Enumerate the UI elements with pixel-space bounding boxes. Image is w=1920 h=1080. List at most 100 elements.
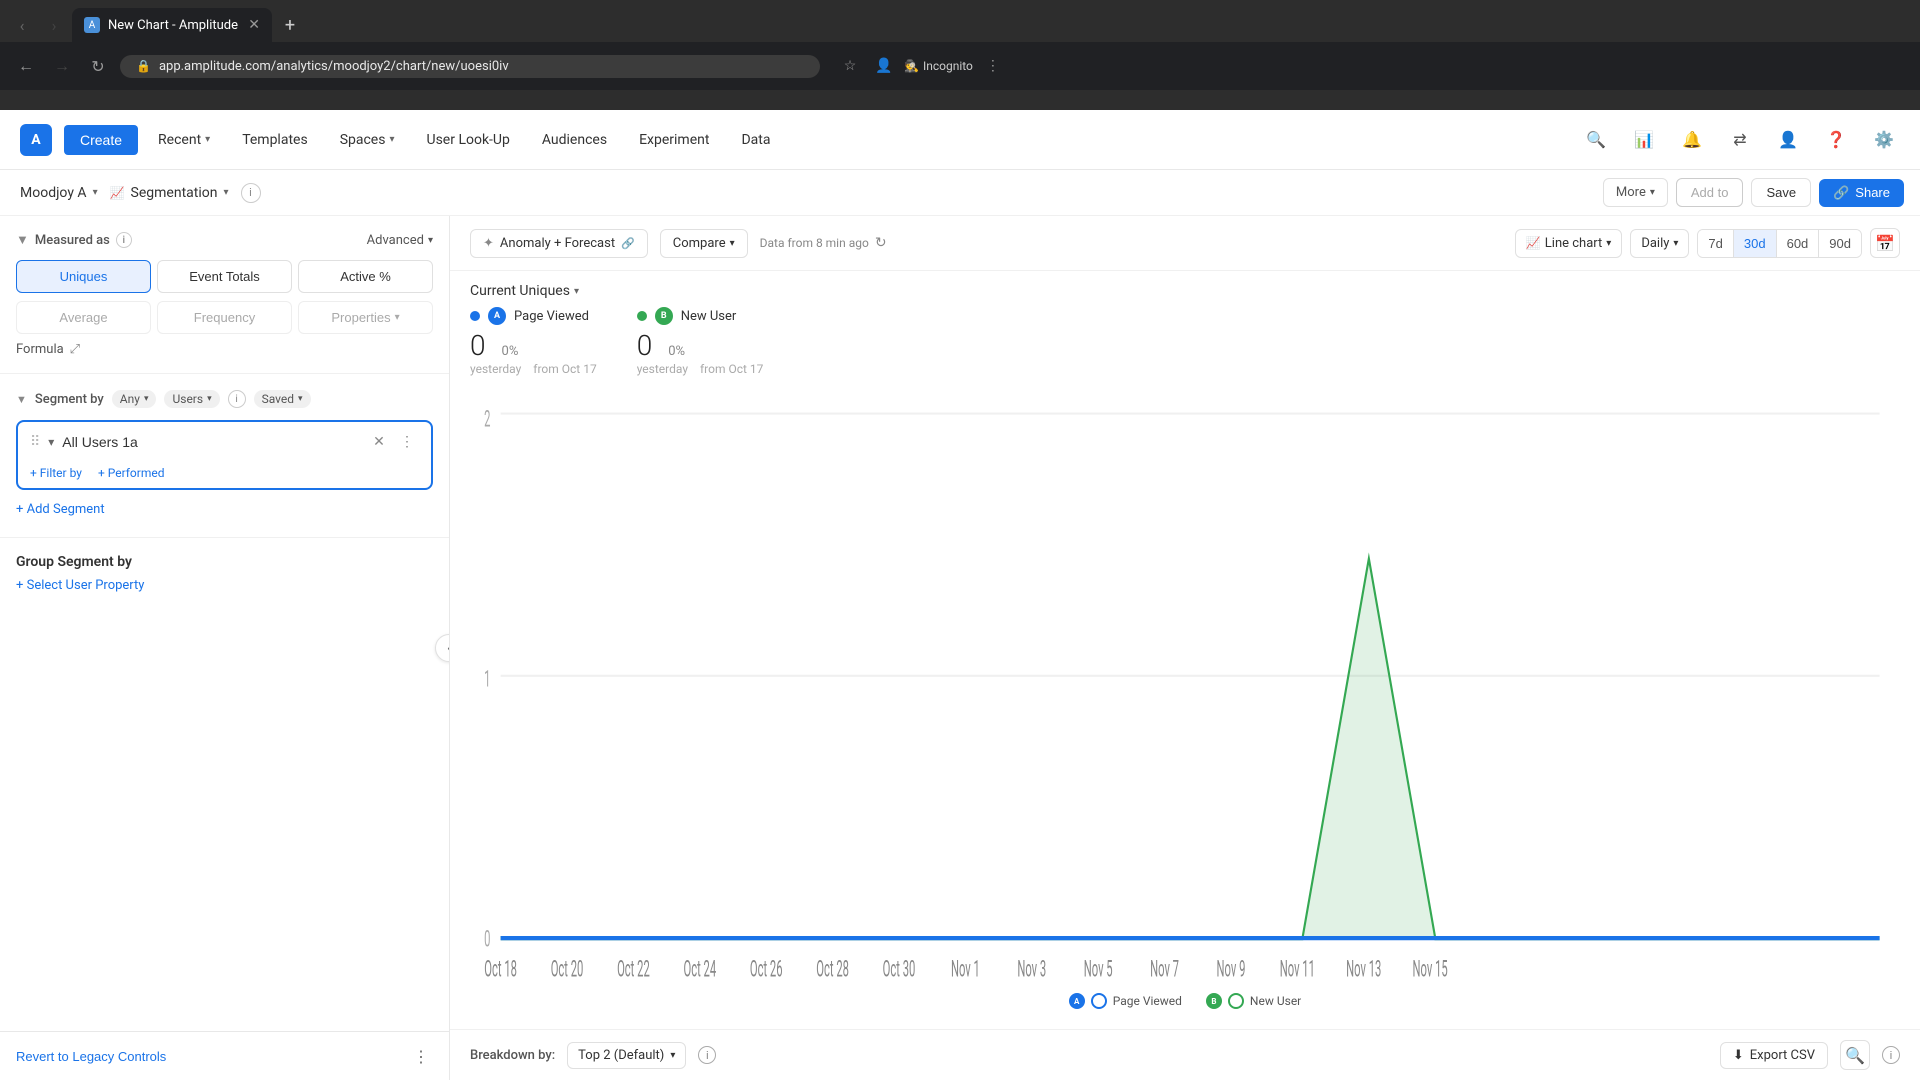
measured-as-info-icon[interactable]: i [116, 232, 132, 248]
compare-btn[interactable]: Compare ▾ [660, 229, 748, 258]
info-icon-btn[interactable]: i [241, 183, 261, 203]
add-to-button[interactable]: Add to [1676, 178, 1744, 207]
select-user-property-btn[interactable]: + Select User Property [16, 578, 433, 593]
nav-templates[interactable]: Templates [230, 124, 320, 156]
search-chart-btn[interactable]: 🔍 [1840, 1040, 1870, 1070]
footer-more-btn[interactable]: ⋮ [409, 1044, 433, 1068]
tab-close-btn[interactable]: ✕ [248, 17, 260, 33]
page-viewed-yesterday: yesterday [470, 362, 521, 376]
amplitude-logo[interactable]: A [20, 124, 52, 156]
metric-frequency-btn[interactable]: Frequency [157, 301, 292, 334]
add-segment-btn[interactable]: + Add Segment [16, 498, 433, 521]
performed-link[interactable]: + Performed [98, 466, 165, 480]
help-icon-btn[interactable]: ❓ [1820, 124, 1852, 156]
saved-pill[interactable]: Saved ▾ [254, 390, 311, 408]
metric-properties-btn[interactable]: Properties ▾ [298, 301, 433, 334]
refresh-icon[interactable]: ↻ [875, 235, 887, 251]
nav-spaces[interactable]: Spaces ▾ [328, 124, 407, 156]
metric-average-btn[interactable]: Average [16, 301, 151, 334]
time-90d-btn[interactable]: 90d [1819, 230, 1861, 257]
measured-as-label: ▼ Measured as i [16, 232, 132, 248]
person-icon-btn[interactable]: 👤 [1772, 124, 1804, 156]
page-viewed-a-badge: A [488, 307, 506, 325]
segment-info-icon[interactable]: i [228, 390, 246, 408]
page-viewed-value: 0 [470, 329, 486, 362]
nav-recent[interactable]: Recent ▾ [146, 124, 222, 156]
create-button[interactable]: Create [64, 125, 138, 155]
anomaly-forecast-btn[interactable]: ✦ Anomaly + Forecast 🔗 [470, 229, 648, 258]
forward-btn[interactable]: › [40, 11, 68, 39]
breakdown-info-icon[interactable]: i [698, 1046, 716, 1064]
users-pill[interactable]: Users ▾ [164, 390, 219, 408]
formula-icon: ⤢ [70, 342, 80, 357]
chart-icon-btn[interactable]: 📊 [1628, 124, 1660, 156]
legend-new-user: B New User [1206, 993, 1301, 1009]
address-bar[interactable]: 🔒 app.amplitude.com/analytics/moodjoy2/c… [120, 55, 820, 78]
browser-nav-right: ☆ 👤 🕵️ Incognito ⋮ [836, 52, 1007, 80]
filter-by-link[interactable]: + Filter by [30, 466, 82, 480]
time-granularity-select[interactable]: Daily ▾ [1630, 229, 1689, 258]
bell-icon-btn[interactable]: 🔔 [1676, 124, 1708, 156]
search-icon-btn[interactable]: 🔍 [1580, 124, 1612, 156]
bookmark-star-btn[interactable]: ☆ [836, 52, 864, 80]
export-csv-btn[interactable]: ⬇ Export CSV [1720, 1042, 1828, 1069]
segment-name-input[interactable] [62, 434, 359, 450]
time-60d-btn[interactable]: 60d [1777, 230, 1820, 257]
time-30d-btn[interactable]: 30d [1734, 230, 1777, 257]
save-button[interactable]: Save [1751, 178, 1811, 207]
collapse-measured-as-icon[interactable]: ▼ [16, 232, 29, 248]
time-7d-btn[interactable]: 7d [1698, 230, 1733, 257]
new-tab-btn[interactable]: + [276, 11, 304, 39]
browser-menu-btn[interactable]: ⋮ [979, 52, 1007, 80]
segment-row-inner: ⠿ ▾ ✕ ⋮ [30, 430, 419, 454]
tab-bar: ‹ › A New Chart - Amplitude ✕ + [0, 0, 1920, 42]
segment-filters: + Filter by + Performed [30, 462, 419, 480]
nav-data[interactable]: Data [729, 124, 782, 156]
nav-experiment[interactable]: Experiment [627, 124, 721, 156]
active-tab[interactable]: A New Chart - Amplitude ✕ [72, 8, 272, 42]
breakdown-select[interactable]: Top 2 (Default) ▾ [567, 1042, 686, 1069]
reload-btn[interactable]: ↻ [84, 52, 112, 80]
chart-metrics: A Page Viewed 0 0% yesterday from Oct 17 [470, 307, 1900, 376]
svg-text:Nov 15: Nov 15 [1413, 956, 1448, 983]
svg-text:Oct 24: Oct 24 [683, 956, 716, 983]
browser-back-btn[interactable]: ← [12, 52, 40, 80]
back-btn[interactable]: ‹ [8, 11, 36, 39]
toolbar-right: More ▾ Add to Save 🔗 Share [1603, 178, 1904, 207]
measured-as-section: ▼ Measured as i Advanced ▾ Uniques Event… [0, 216, 449, 374]
any-pill[interactable]: Any ▾ [112, 390, 157, 408]
workspace-selector[interactable]: Moodjoy A ▾ [20, 185, 98, 201]
measured-as-header: ▼ Measured as i Advanced ▾ [16, 232, 433, 248]
current-uniques-selector[interactable]: Current Uniques ▾ [470, 283, 1900, 299]
metric-uniques-btn[interactable]: Uniques [16, 260, 151, 293]
formula-label: Formula ⤢ [16, 342, 80, 357]
app: A Create Recent ▾ Templates Spaces ▾ Use… [0, 110, 1920, 1080]
new-user-yesterday: yesterday [637, 362, 688, 376]
drag-handle-icon[interactable]: ⠿ [30, 434, 40, 450]
svg-text:Nov 5: Nov 5 [1084, 956, 1113, 983]
bottom-info-icon[interactable]: i [1882, 1046, 1900, 1064]
settings-icon-btn[interactable]: ⚙️ [1868, 124, 1900, 156]
advanced-link[interactable]: Advanced ▾ [367, 233, 433, 248]
segment-clear-btn[interactable]: ✕ [367, 430, 391, 454]
segment-expand-icon[interactable]: ▾ [48, 435, 54, 449]
metric-event-totals-btn[interactable]: Event Totals [157, 260, 292, 293]
metric-active-pct-btn[interactable]: Active % [298, 260, 433, 293]
sync-icon-btn[interactable]: ⇄ [1724, 124, 1756, 156]
chart-type-selector[interactable]: 📈 Segmentation ▾ [110, 185, 229, 201]
browser-forward-btn[interactable]: → [48, 52, 76, 80]
revert-to-legacy-btn[interactable]: Revert to Legacy Controls [16, 1049, 166, 1064]
new-user-value: 0 [637, 329, 653, 362]
segment-more-btn[interactable]: ⋮ [395, 430, 419, 454]
browser-chrome: ‹ › A New Chart - Amplitude ✕ + ← → ↻ 🔒 … [0, 0, 1920, 110]
chart-type-btn[interactable]: 📈 Line chart ▾ [1515, 229, 1622, 258]
nav-user-lookup[interactable]: User Look-Up [415, 124, 522, 156]
metric-grid-top: Uniques Event Totals Active % [16, 260, 433, 293]
browser-profile-btn[interactable]: 👤 [870, 52, 898, 80]
share-button[interactable]: 🔗 Share [1819, 179, 1904, 207]
collapse-segment-icon[interactable]: ▼ [16, 393, 27, 406]
collapse-panel-btn[interactable]: ‹ [435, 634, 450, 662]
more-actions-btn[interactable]: More ▾ [1603, 178, 1668, 207]
nav-audiences[interactable]: Audiences [530, 124, 619, 156]
calendar-btn[interactable]: 📅 [1870, 228, 1900, 258]
